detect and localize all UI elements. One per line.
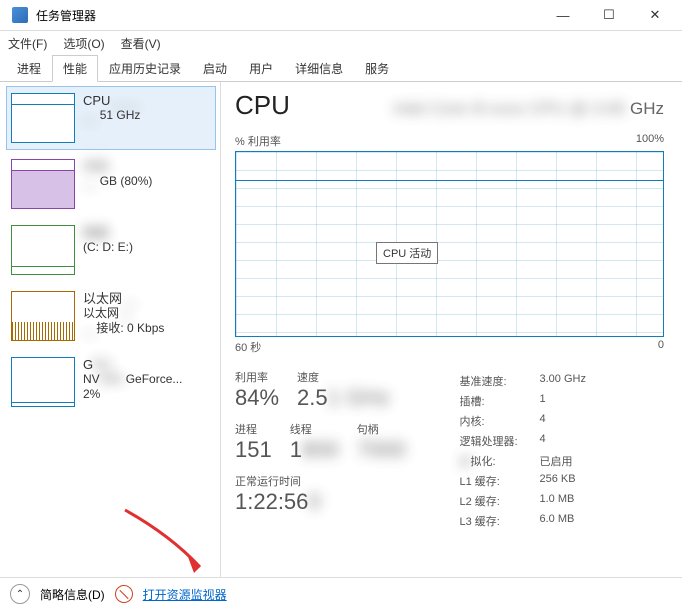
stats-left-col: 利用率 84% 速度 2.51 GHz 进程 151 [235, 369, 440, 529]
open-resource-monitor-link[interactable]: 打开资源监视器 [143, 586, 227, 603]
chart-ylabel: % 利用率 [235, 133, 281, 149]
sidebar-gpu-sub1: NVIDIA GeForce... [83, 372, 211, 387]
tab-processes[interactable]: 进程 [6, 55, 52, 82]
sidebar-cpu-sub: __ 51 GHz [83, 108, 211, 123]
virt-label: 虚拟化: [460, 453, 540, 469]
menubar: 文件(F) 选项(O) 查看(V) [0, 31, 682, 55]
sidebar-text: 以太网__ 以太网__ __接收: 0 Kbps [83, 291, 211, 341]
maximize-button[interactable]: ☐ [586, 0, 632, 30]
l2-label: L2 缓存: [460, 493, 540, 509]
l1-label: L1 缓存: [460, 473, 540, 489]
chart-footer: 60 秒 0 [235, 339, 664, 355]
statusbar: ⌃ 简略信息(D) 打开资源监视器 [0, 577, 682, 610]
sidebar: CPU____ __ 51 GHz 内存 __ GB (80%) 磁盘 (C: … [0, 82, 221, 577]
l2-value: 1.0 MB [540, 493, 575, 509]
virt-value: 已启用 [540, 453, 573, 469]
tab-details[interactable]: 详细信息 [284, 55, 354, 82]
handles-label: 句柄 [357, 421, 406, 437]
menu-options[interactable]: 选项(O) [63, 35, 104, 52]
speed-value: 2.51 GHz [297, 385, 390, 411]
sidebar-gpu-title: GPU [83, 357, 211, 372]
sidebar-net-sub2: __接收: 0 Kbps [83, 321, 211, 336]
tab-performance[interactable]: 性能 [52, 55, 98, 82]
cpu-model: Intel Core i5-xxxx CPU @ 3.00 GHz [394, 99, 664, 119]
sidebar-item-disk[interactable]: 磁盘 (C: D: E:) [6, 218, 216, 282]
sidebar-item-ethernet[interactable]: 以太网__ 以太网__ __接收: 0 Kbps [6, 284, 216, 348]
ethernet-thumb-icon [11, 291, 75, 341]
menu-view[interactable]: 查看(V) [121, 35, 161, 52]
sidebar-text: 磁盘 (C: D: E:) [83, 225, 211, 275]
sidebar-item-gpu[interactable]: GPU NVIDIA GeForce... 2% [6, 350, 216, 414]
sidebar-item-memory[interactable]: 内存 __ GB (80%) [6, 152, 216, 216]
chart-xlabel-right: 0 [658, 339, 664, 355]
cpu-stats: 利用率 84% 速度 2.51 GHz 进程 151 [235, 369, 664, 529]
logical-value: 4 [540, 433, 546, 449]
base-speed-label: 基准速度: [460, 373, 540, 389]
cores-value: 4 [540, 413, 546, 429]
chart-ymax: 100% [636, 133, 664, 149]
cpu-title: CPU [235, 90, 290, 121]
minimize-button[interactable]: — [540, 0, 586, 30]
sidebar-cpu-title: CPU____ [83, 93, 211, 108]
uptime-value: 1:22:560 [235, 489, 440, 515]
gpu-thumb-icon [11, 357, 75, 407]
body: CPU____ __ 51 GHz 内存 __ GB (80%) 磁盘 (C: … [0, 82, 682, 577]
disk-thumb-icon [11, 225, 75, 275]
cores-label: 内核: [460, 413, 540, 429]
sidebar-net-title: 以太网__ [83, 291, 211, 306]
chart-tooltip: CPU 活动 [376, 242, 438, 264]
speed-label: 速度 [297, 369, 390, 385]
sidebar-text: 内存 __ GB (80%) [83, 159, 211, 209]
sidebar-mem-title: 内存 [83, 159, 211, 174]
l3-label: L3 缓存: [460, 513, 540, 529]
cpu-thumb-icon [11, 93, 75, 143]
task-manager-window: 任务管理器 — ☐ ✕ 文件(F) 选项(O) 查看(V) 进程 性能 应用历史… [0, 0, 682, 610]
memory-thumb-icon [11, 159, 75, 209]
menu-file[interactable]: 文件(F) [8, 35, 47, 52]
main-header: CPU Intel Core i5-xxxx CPU @ 3.00 GHz [235, 90, 664, 121]
tab-bar: 进程 性能 应用历史记录 启动 用户 详细信息 服务 [0, 55, 682, 82]
resmon-icon [115, 585, 133, 603]
proc-label: 进程 [235, 421, 272, 437]
sidebar-disk-title: 磁盘 [83, 225, 211, 240]
l3-value: 6.0 MB [540, 513, 575, 529]
sidebar-mem-sub: __ GB (80%) [83, 174, 211, 189]
cpu-utilization-chart[interactable]: CPU 活动 [235, 151, 664, 337]
threads-value: 1800 [290, 437, 339, 463]
sidebar-gpu-sub2: 2% [83, 387, 211, 402]
chart-trace [236, 180, 663, 181]
stats-right-col: 基准速度:3.00 GHz 插槽:1 内核:4 逻辑处理器:4 虚拟化:已启用 … [460, 369, 665, 529]
main-panel: CPU Intel Core i5-xxxx CPU @ 3.00 GHz % … [221, 82, 682, 577]
util-value: 84% [235, 385, 279, 411]
window-controls: — ☐ ✕ [540, 0, 678, 30]
sidebar-text: CPU____ __ 51 GHz [83, 93, 211, 143]
uptime-label: 正常运行时间 [235, 473, 440, 489]
sidebar-item-cpu[interactable]: CPU____ __ 51 GHz [6, 86, 216, 150]
l1-value: 256 KB [540, 473, 576, 489]
base-speed-value: 3.00 GHz [540, 373, 586, 389]
fewer-details-link[interactable]: 简略信息(D) [40, 586, 105, 603]
tab-app-history[interactable]: 应用历史记录 [98, 55, 192, 82]
sidebar-net-sub1: 以太网__ [83, 306, 211, 321]
window-title: 任务管理器 [36, 7, 540, 24]
sockets-label: 插槽: [460, 393, 540, 409]
sockets-value: 1 [540, 393, 546, 409]
proc-value: 151 [235, 437, 272, 463]
tab-users[interactable]: 用户 [238, 55, 284, 82]
titlebar: 任务管理器 — ☐ ✕ [0, 0, 682, 31]
app-icon [12, 7, 28, 23]
sidebar-disk-sub: (C: D: E:) [83, 240, 211, 255]
handles-value: 7000 [357, 437, 406, 463]
close-button[interactable]: ✕ [632, 0, 678, 30]
chart-header: % 利用率 100% [235, 133, 664, 149]
util-label: 利用率 [235, 369, 279, 385]
threads-label: 线程 [290, 421, 339, 437]
sidebar-text: GPU NVIDIA GeForce... 2% [83, 357, 211, 407]
chart-xlabel-left: 60 秒 [235, 339, 261, 355]
collapse-icon[interactable]: ⌃ [10, 584, 30, 604]
logical-label: 逻辑处理器: [460, 433, 540, 449]
tab-startup[interactable]: 启动 [192, 55, 238, 82]
tab-services[interactable]: 服务 [354, 55, 400, 82]
